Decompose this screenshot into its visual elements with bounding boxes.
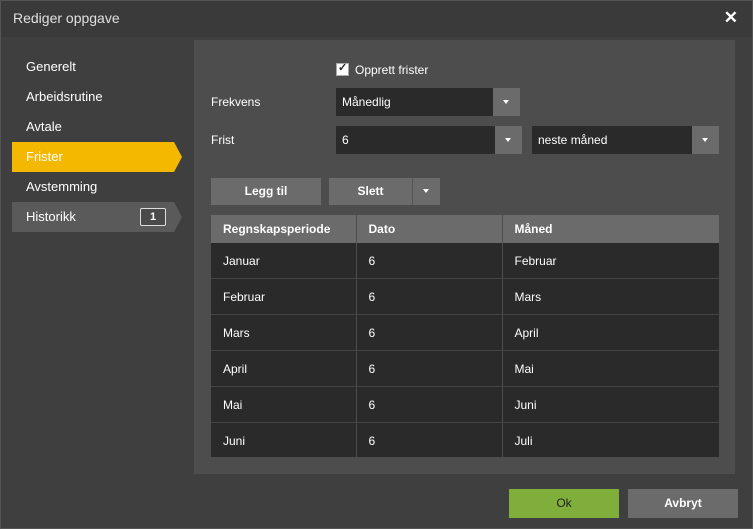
history-count-badge: 1 xyxy=(140,208,166,226)
create-deadlines-label: Opprett frister xyxy=(355,63,429,77)
chevron-down-icon[interactable] xyxy=(495,126,522,154)
deadlines-panel: Opprett frister Frekvens Månedlig Frist … xyxy=(194,40,735,474)
sidebar-item-avtale[interactable]: Avtale xyxy=(12,112,182,142)
dialog-title: Rediger oppgave xyxy=(13,10,120,26)
cell-period: Februar xyxy=(211,278,356,315)
cell-date: 6 xyxy=(355,314,502,351)
edit-task-dialog: Rediger oppgave ✕ Generelt Arbeidsrutine… xyxy=(0,0,753,529)
dialog-titlebar: Rediger oppgave ✕ xyxy=(1,1,752,37)
deadlines-grid: Regnskapsperiode Dato Måned Januar 6 Febru… xyxy=(211,215,719,457)
sidebar-item-label: Arbeidsrutine xyxy=(26,89,103,104)
table-row[interactable]: Februar 6 Mars xyxy=(211,278,719,315)
table-row[interactable]: Mars 6 April xyxy=(211,314,719,351)
add-button[interactable]: Legg til xyxy=(211,178,321,205)
column-header-month[interactable]: Måned xyxy=(501,215,719,243)
frequency-label: Frekvens xyxy=(211,95,261,109)
cell-period: Mai xyxy=(211,386,356,423)
sidebar-item-historikk[interactable]: Historikk 1 xyxy=(12,202,182,232)
sidebar-item-frister[interactable]: Frister xyxy=(12,142,182,172)
cell-month: Juli xyxy=(501,422,719,457)
delete-dropdown-chevron-icon[interactable] xyxy=(412,178,440,205)
sidebar-item-label: Frister xyxy=(26,149,63,164)
sidebar-item-label: Historikk xyxy=(26,209,76,224)
cell-month: Februar xyxy=(501,243,719,279)
chevron-down-icon[interactable] xyxy=(692,126,719,154)
cell-period: April xyxy=(211,350,356,387)
sidebar-item-generelt[interactable]: Generelt xyxy=(12,52,182,82)
cell-date: 6 xyxy=(355,422,502,457)
cell-date: 6 xyxy=(355,278,502,315)
table-row[interactable]: Juni 6 Juli xyxy=(211,422,719,457)
cell-month: Juni xyxy=(501,386,719,423)
deadline-day-select[interactable]: 6 xyxy=(336,126,522,154)
deadline-label: Frist xyxy=(211,133,235,147)
cell-date: 6 xyxy=(355,386,502,423)
close-icon[interactable]: ✕ xyxy=(724,9,738,27)
frequency-select[interactable]: Månedlig xyxy=(336,88,520,116)
column-header-period[interactable]: Regnskapsperiode xyxy=(211,215,356,243)
table-row[interactable]: April 6 Mai xyxy=(211,350,719,387)
create-deadlines-row[interactable]: Opprett frister xyxy=(336,61,429,77)
cell-date: 6 xyxy=(355,243,502,279)
cell-month: April xyxy=(501,314,719,351)
deadline-month-value: neste måned xyxy=(538,133,608,147)
sidebar-item-label: Avstemming xyxy=(26,179,98,194)
create-deadlines-checkbox[interactable] xyxy=(336,61,349,76)
cell-month: Mars xyxy=(501,278,719,315)
delete-button[interactable]: Slett xyxy=(329,178,412,205)
sidebar: Generelt Arbeidsrutine Avtale Frister Av… xyxy=(12,52,182,232)
grid-header-row: Regnskapsperiode Dato Måned xyxy=(211,215,719,243)
cell-month: Mai xyxy=(501,350,719,387)
deadline-day-value: 6 xyxy=(342,133,349,147)
frequency-value: Månedlig xyxy=(342,95,391,109)
cancel-button[interactable]: Avbryt xyxy=(628,489,738,518)
cell-period: Januar xyxy=(211,243,356,279)
sidebar-item-avstemming[interactable]: Avstemming xyxy=(12,172,182,202)
ok-button[interactable]: Ok xyxy=(509,489,619,518)
sidebar-item-arbeidsrutine[interactable]: Arbeidsrutine xyxy=(12,82,182,112)
table-row[interactable]: Mai 6 Juni xyxy=(211,386,719,423)
deadline-month-select[interactable]: neste måned xyxy=(532,126,719,154)
column-header-date[interactable]: Dato xyxy=(355,215,502,243)
cell-period: Juni xyxy=(211,422,356,457)
table-row[interactable]: Januar 6 Februar xyxy=(211,243,719,279)
cell-date: 6 xyxy=(355,350,502,387)
sidebar-item-label: Generelt xyxy=(26,59,76,74)
chevron-down-icon[interactable] xyxy=(493,88,520,116)
sidebar-item-label: Avtale xyxy=(26,119,62,134)
cell-period: Mars xyxy=(211,314,356,351)
